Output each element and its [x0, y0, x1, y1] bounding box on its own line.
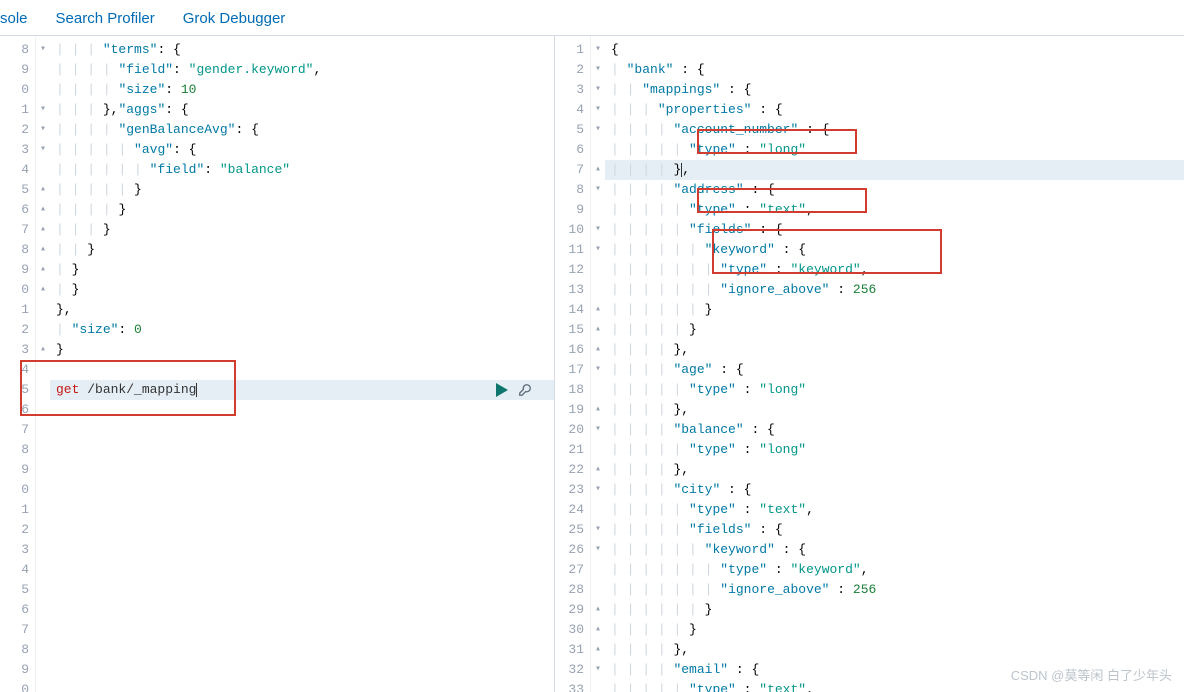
run-request-icon[interactable] — [496, 383, 508, 397]
fold-gutter[interactable]: ▾▾▾▾▴▴▴▴▴▴▴ — [36, 36, 50, 692]
request-editor[interactable]: | | | "terms": {| | | | "field": "gender… — [50, 36, 554, 692]
watermark-text: CSDN @莫等闲 白了少年头 — [1011, 665, 1172, 684]
response-pane[interactable]: 1234567891011121314151617181920212223242… — [555, 36, 1184, 692]
tab-search-profiler[interactable]: Search Profiler — [56, 6, 155, 37]
tabs-bar: sole Search Profiler Grok Debugger — [0, 0, 1184, 36]
request-editor-pane[interactable]: 890123456789012345678901234567890 ▾▾▾▾▴▴… — [0, 36, 555, 692]
line-gutter: 890123456789012345678901234567890 — [0, 36, 36, 692]
fold-gutter[interactable]: ▾▾▾▾▾▴▾▾▾▴▴▴▾▴▾▴▾▾▾▴▴▴▾ — [591, 36, 605, 692]
tab-console[interactable]: sole — [0, 6, 28, 40]
response-viewer[interactable]: {| "bank" : {| | "mappings" : {| | | "pr… — [605, 36, 1184, 692]
line-gutter: 1234567891011121314151617181920212223242… — [555, 36, 591, 692]
wrench-icon[interactable] — [518, 383, 532, 397]
tab-grok-debugger[interactable]: Grok Debugger — [183, 6, 286, 37]
split-panes: 890123456789012345678901234567890 ▾▾▾▾▴▴… — [0, 36, 1184, 692]
